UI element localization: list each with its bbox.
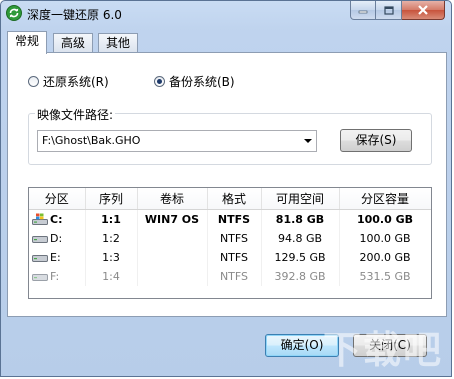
free-space-cell: 94.8 GB <box>261 229 340 248</box>
sequence-cell: 1:3 <box>85 248 138 267</box>
tab-advanced[interactable]: 高级 <box>53 33 93 52</box>
column-header-partition[interactable]: 分区 <box>29 188 86 210</box>
image-path-value: F:\Ghost\Bak.GHO <box>42 134 141 147</box>
drive-letter: F: <box>50 269 60 283</box>
close-button[interactable] <box>402 1 445 20</box>
volume-label-cell <box>137 267 208 286</box>
restore-radio[interactable] <box>28 76 39 87</box>
close-dialog-button[interactable]: 关闭(C) <box>353 334 427 357</box>
sequence-cell: 1:1 <box>85 209 138 229</box>
refresh-arrows-icon <box>6 5 22 21</box>
volume-label-cell: WIN7 OS <box>137 209 208 229</box>
chevron-down-icon[interactable] <box>304 139 312 143</box>
image-path-group: 映像文件路径: F:\Ghost\Bak.GHO 保存(S) <box>28 106 432 165</box>
system-drive-icon <box>32 213 48 226</box>
table-row[interactable]: E: 1:3 NTFS 129.5 GB 200.0 GB <box>29 248 431 267</box>
backup-radio-option[interactable]: 备份系统(B) <box>154 73 235 90</box>
format-cell: NTFS <box>207 229 262 248</box>
maximize-icon <box>383 5 394 15</box>
drive-cell: C: <box>29 209 86 229</box>
caption-buttons <box>350 1 445 21</box>
format-cell: NTFS <box>207 209 262 229</box>
column-header-format[interactable]: 格式 <box>207 188 262 210</box>
format-cell: NTFS <box>207 267 262 286</box>
column-header-volume-label[interactable]: 卷标 <box>137 188 208 210</box>
drive-letter: D: <box>50 231 63 245</box>
drive-cell: F: <box>29 267 86 286</box>
drive-icon <box>32 255 48 263</box>
capacity-cell: 531.5 GB <box>339 267 431 286</box>
drive-letter: C: <box>50 212 63 226</box>
backup-radio-label: 备份系统(B) <box>169 75 235 89</box>
tab-other[interactable]: 其他 <box>98 33 138 52</box>
volume-label-cell <box>137 248 208 267</box>
drive-cell: E: <box>29 248 86 267</box>
restore-radio-label: 还原系统(R) <box>43 75 109 89</box>
minimize-icon <box>358 10 368 14</box>
column-header-free-space[interactable]: 可用空间 <box>261 188 340 210</box>
free-space-cell: 81.8 GB <box>261 209 340 229</box>
sequence-cell: 1:4 <box>85 267 138 286</box>
drive-cell: D: <box>29 229 86 248</box>
capacity-cell: 100.0 GB <box>339 229 431 248</box>
backup-radio[interactable] <box>154 76 165 87</box>
drive-letter: E: <box>50 250 61 264</box>
column-header-sequence[interactable]: 序列 <box>85 188 138 210</box>
minimize-button[interactable] <box>350 1 376 20</box>
save-button[interactable]: 保存(S) <box>340 129 412 152</box>
ok-button[interactable]: 确定(O) <box>265 334 339 357</box>
capacity-cell: 200.0 GB <box>339 248 431 267</box>
image-path-dropdown[interactable]: F:\Ghost\Bak.GHO <box>37 130 317 152</box>
maximize-button[interactable] <box>376 1 402 20</box>
format-cell: NTFS <box>207 248 262 267</box>
close-icon <box>418 5 428 15</box>
table-header-row: 分区 序列 卷标 格式 可用空间 分区容量 <box>29 188 431 210</box>
free-space-cell: 129.5 GB <box>261 248 340 267</box>
general-panel: 还原系统(R) 备份系统(B) 映像文件路径: F:\Ghost\Bak.GHO… <box>7 52 447 317</box>
capacity-cell: 100.0 GB <box>339 209 431 229</box>
column-header-capacity[interactable]: 分区容量 <box>339 188 431 210</box>
partition-table: 分区 序列 卷标 格式 可用空间 分区容量 C: 1:1 WIN7 OS NTF… <box>28 187 432 299</box>
table-row[interactable]: F: 1:4 NTFS 392.8 GB 531.5 GB <box>29 267 431 286</box>
sequence-cell: 1:2 <box>85 229 138 248</box>
app-window: 深度一键还原 6.0 常规 高级 其他 还原系统(R) 备份系统(B) 映像文件… <box>0 0 452 377</box>
title-bar[interactable]: 深度一键还原 6.0 <box>1 1 451 27</box>
drive-icon <box>32 274 48 282</box>
table-row[interactable]: C: 1:1 WIN7 OS NTFS 81.8 GB 100.0 GB <box>29 209 431 229</box>
table-row[interactable]: D: 1:2 NTFS 94.8 GB 100.0 GB <box>29 229 431 248</box>
image-path-group-label: 映像文件路径: <box>35 106 116 123</box>
volume-label-cell <box>137 229 208 248</box>
tab-general[interactable]: 常规 <box>7 31 47 54</box>
restore-radio-option[interactable]: 还原系统(R) <box>28 73 109 90</box>
window-title: 深度一键还原 6.0 <box>27 8 122 22</box>
drive-icon <box>32 236 48 244</box>
free-space-cell: 392.8 GB <box>261 267 340 286</box>
partition-list: 分区 序列 卷标 格式 可用空间 分区容量 C: 1:1 WIN7 OS NTF… <box>29 188 431 286</box>
